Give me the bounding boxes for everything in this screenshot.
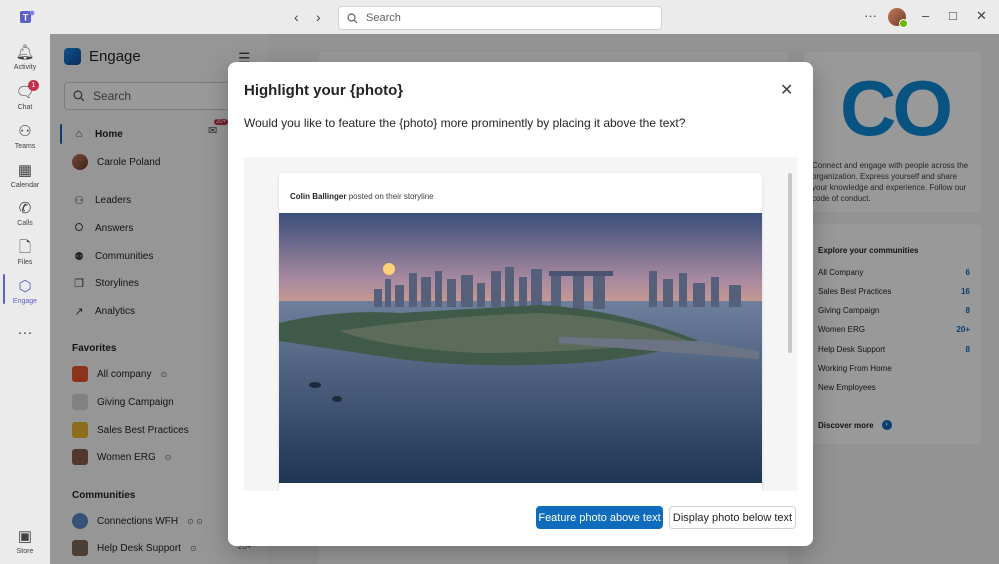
dialog-title: Highlight your {photo} [244,82,404,99]
post-photo [279,213,762,483]
chat-badge: 1 [28,80,39,91]
rail-item-label: Teams [14,143,36,150]
display-photo-below-button[interactable]: Display photo below text [669,506,796,529]
back-icon[interactable]: ‹ [294,9,299,25]
store-icon: ▣ [17,528,33,545]
city-skyline-photo [279,213,762,483]
more-icon: ··· [17,324,33,341]
rail-item-label: Engage [12,298,38,305]
title-bar: T ‹ › Search ··· – □ ✕ [0,0,999,34]
file-icon: 🗋︎ [18,239,32,256]
bell-icon: 🔔︎ [15,44,35,61]
post-preview-area[interactable]: Colin Ballinger posted on their storylin… [244,157,797,491]
rail-item-label: Activity [13,64,37,71]
rail-item-teams[interactable]: ⚇ Teams [0,123,50,150]
rail-item-activity[interactable]: 🔔︎ Activity [0,44,50,71]
calendar-icon: ▦ [17,162,33,179]
rail-item-files[interactable]: 🗋︎ Files [0,239,50,266]
rail-item-label: Calls [17,220,33,227]
rail-item-label: Chat [17,104,33,111]
preview-scrollbar[interactable] [788,173,792,353]
forward-icon[interactable]: › [316,9,321,25]
svg-text:T: T [23,13,29,23]
post-author-name: Colin Ballinger [290,192,347,201]
chat-icon: 🗨︎ [15,84,35,101]
app-rail: 🔔︎ Activity 🗨︎ 1 Chat ⚇ Teams ▦ Calendar… [0,34,50,564]
teams-icon: ⚇ [18,123,32,140]
rail-item-store[interactable]: ▣ Store [0,528,50,555]
rail-item-calendar[interactable]: ▦ Calendar [0,162,50,189]
feature-photo-above-button[interactable]: Feature photo above text [536,506,663,529]
rail-item-label: Calendar [10,182,40,189]
phone-icon: ✆ [18,200,32,217]
maximize-button[interactable]: □ [949,8,957,23]
rail-item-engage[interactable]: ⬡ Engage [0,278,50,305]
close-window-button[interactable]: ✕ [976,8,987,24]
global-search-placeholder: Search [366,12,401,24]
post-author-line: Colin Ballinger posted on their storylin… [290,192,434,201]
search-icon [347,12,358,23]
highlight-photo-dialog: Highlight your {photo} ✕ Would you like … [228,62,813,546]
rail-item-more[interactable]: ··· [0,324,50,344]
rail-item-label: Files [17,259,33,266]
rail-item-calls[interactable]: ✆ Calls [0,200,50,227]
minimize-button[interactable]: – [922,8,929,23]
post-action-text: posted on their storyline [348,192,434,201]
post-preview-card: Colin Ballinger posted on their storylin… [279,173,762,491]
teams-logo-icon: T [20,10,35,23]
close-icon[interactable]: ✕ [780,80,793,100]
rail-item-chat[interactable]: 🗨︎ 1 Chat [0,80,50,111]
dialog-question: Would you like to feature the {photo} mo… [244,116,686,130]
rail-item-label: Store [16,548,34,555]
global-search-input[interactable]: Search [338,6,662,30]
more-options-icon[interactable]: ··· [864,8,877,23]
engage-icon: ⬡ [18,278,32,295]
user-avatar[interactable] [888,8,908,28]
